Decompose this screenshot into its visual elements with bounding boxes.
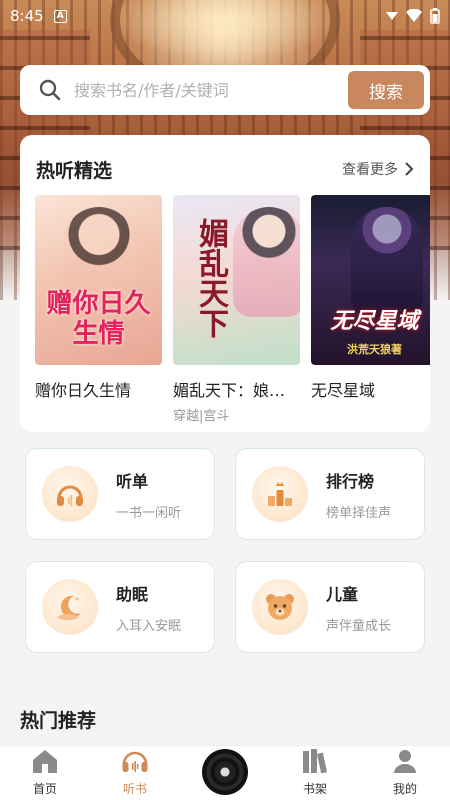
category-tile-ranking[interactable]: 排行榜 榜单择佳声	[235, 448, 425, 540]
cover-title-art: 赠你日久生情	[46, 289, 151, 349]
search-input[interactable]	[74, 80, 348, 100]
category-name: 听单	[116, 471, 149, 491]
status-time: 8:45	[10, 7, 44, 25]
book-card[interactable]: 无尽星域 洪荒天狼著 无尽星域	[311, 195, 430, 424]
status-bar: 8:45 A	[0, 0, 450, 32]
nav-item-player[interactable]	[190, 748, 260, 795]
book-cover: 赠你日久生情	[35, 195, 162, 365]
section-title-recommend: 热门推荐	[20, 710, 97, 732]
chevron-right-icon	[405, 162, 414, 176]
moon-icon	[42, 579, 98, 635]
see-more-link[interactable]: 查看更多	[342, 159, 414, 179]
cover-title-art: 无尽星域	[330, 309, 419, 334]
book-card[interactable]: 赠你日久生情 赠你日久生情	[35, 195, 162, 424]
book-title: 媚乱天下：娘娘...	[173, 381, 300, 400]
headphones-icon	[42, 466, 98, 522]
nav-item-home[interactable]: 首页	[10, 746, 80, 797]
bookshelf-icon	[303, 749, 328, 774]
hot-picks-section: 热听精选 查看更多 赠你日久生情 赠你日久生情 媚乱天下 媚乱天下：娘娘... …	[20, 135, 430, 432]
wifi-icon	[406, 9, 422, 22]
category-desc: 榜单择佳声	[326, 505, 392, 521]
vinyl-record-icon	[202, 748, 248, 795]
section-title-hot-picks: 热听精选	[36, 159, 113, 182]
book-cover: 无尽星域 洪荒天狼著	[311, 195, 430, 365]
category-desc: 入耳入安眠	[116, 618, 182, 634]
search-button[interactable]: 搜索	[348, 71, 424, 109]
category-tile-children[interactable]: 儿童 声伴童成长	[235, 561, 425, 653]
battery-icon	[430, 8, 440, 24]
book-tags: 穿越|宫斗	[173, 409, 230, 424]
nav-item-profile[interactable]: 我的	[370, 746, 440, 797]
category-tile-playlist[interactable]: 听单 一书一闲听	[25, 448, 215, 540]
category-desc: 声伴童成长	[326, 618, 392, 634]
profile-icon	[394, 750, 416, 773]
book-title: 无尽星域	[311, 381, 376, 400]
notification-icon: A	[53, 9, 67, 23]
cover-illustration	[233, 207, 300, 317]
nav-item-listen[interactable]: 听书	[100, 746, 170, 797]
see-more-label: 查看更多	[342, 162, 398, 178]
signal-icon	[386, 12, 398, 20]
cover-title-art: 媚乱天下	[193, 218, 228, 338]
home-icon	[33, 750, 57, 773]
nav-label: 我的	[392, 782, 417, 796]
cover-illustration	[351, 207, 423, 317]
category-desc: 一书一闲听	[116, 505, 182, 521]
category-name: 排行榜	[326, 471, 375, 491]
category-name: 助眠	[116, 584, 149, 604]
nav-label: 书架	[302, 782, 327, 796]
nav-label: 首页	[32, 782, 57, 796]
nav-item-bookshelf[interactable]: 书架	[280, 746, 350, 797]
bear-icon	[252, 579, 308, 635]
headphones-icon	[122, 751, 148, 772]
cover-author-art: 洪荒天狼著	[347, 343, 402, 356]
book-title: 赠你日久生情	[35, 381, 132, 400]
ranking-icon	[252, 466, 308, 522]
category-tile-sleep[interactable]: 助眠 入耳入安眠	[25, 561, 215, 653]
search-icon	[39, 79, 61, 101]
book-card[interactable]: 媚乱天下 媚乱天下：娘娘... 穿越|宫斗	[173, 195, 300, 424]
bottom-navigation: 首页 听书 书架 我的	[0, 745, 450, 800]
nav-label: 听书	[122, 782, 147, 796]
search-bar: 搜索	[20, 65, 430, 115]
category-name: 儿童	[326, 584, 359, 604]
book-cover: 媚乱天下	[173, 195, 300, 365]
